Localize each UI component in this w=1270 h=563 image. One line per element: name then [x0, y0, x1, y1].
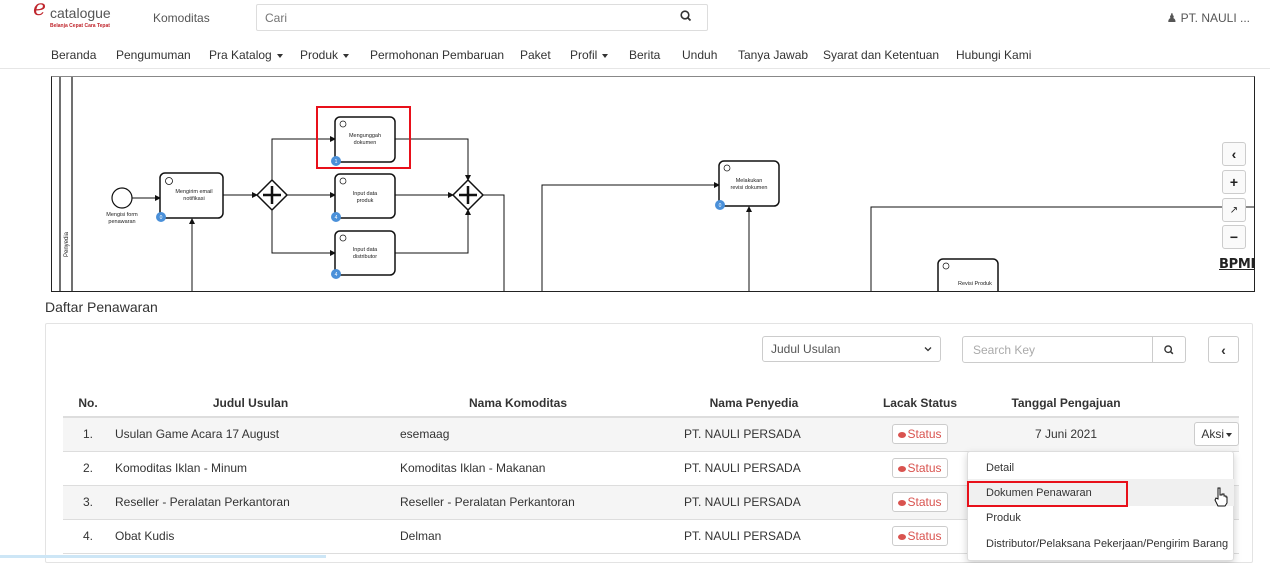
caret-down-icon: [602, 53, 609, 58]
col-tanggal-pengajuan[interactable]: Tanggal Pengajuan: [980, 389, 1152, 418]
col-aksi: [1152, 389, 1239, 418]
bpmn-canvas[interactable]: Penyedia Mengisi form penawaran Mengirim …: [52, 77, 1255, 292]
nav-unduh[interactable]: Unduh: [682, 48, 717, 62]
nav-hubungi-kami[interactable]: Hubungi Kami: [956, 48, 1031, 62]
collapse-palette-button[interactable]: ‹: [1222, 142, 1246, 166]
nav-beranda[interactable]: Beranda: [51, 48, 96, 62]
filter-select[interactable]: Judul Usulan: [762, 336, 941, 362]
chevron-left-icon: ‹: [1221, 341, 1226, 358]
menu-item-produk[interactable]: Produk: [986, 512, 1021, 524]
col-nama-komoditas[interactable]: Nama Komoditas: [388, 389, 648, 418]
highlight-box: [316, 106, 411, 169]
svg-text:Melakukanrevisi dokumen: Melakukan revisi dokumen: [731, 178, 768, 191]
svg-text:0: 0: [160, 215, 163, 221]
caret-down-icon: [276, 53, 283, 58]
nav-tanya-jawab[interactable]: Tanya Jawab: [738, 48, 808, 62]
chevron-down-icon: [924, 347, 932, 352]
nav-syarat-ketentuan[interactable]: Syarat dan Ketentuan: [823, 48, 939, 62]
user-icon: ♟: [1166, 11, 1178, 25]
eye-icon: [898, 432, 907, 439]
search-key-input[interactable]: Search Key: [962, 336, 1153, 363]
search-key-button[interactable]: [1152, 336, 1186, 363]
search-box: [256, 4, 708, 31]
hand-cursor-icon: [1214, 487, 1228, 507]
svg-text:Revisi Produk: Revisi Produk: [958, 281, 992, 287]
caret-down-icon: [343, 53, 350, 58]
user-menu[interactable]: ♟ PT. NAULI ...: [1167, 11, 1250, 25]
svg-text:4: 4: [335, 215, 338, 221]
col-judul-usulan[interactable]: Judul Usulan: [113, 389, 388, 418]
status-button[interactable]: Status: [892, 424, 948, 445]
task-input-data-distributor[interactable]: [334, 230, 396, 276]
eye-icon: [898, 499, 907, 506]
zoom-out-button[interactable]: −: [1222, 225, 1246, 249]
start-event-label: Mengisi form penawaran: [106, 212, 138, 225]
komoditas-menu[interactable]: Komoditas: [153, 11, 210, 25]
nav-pengumuman[interactable]: Pengumuman: [116, 48, 191, 62]
top-bar: e catalogue Belanja Cepat Cara Tepat Kom…: [0, 0, 1270, 37]
nav-profil[interactable]: Profil: [570, 48, 609, 62]
eye-icon: [898, 465, 907, 472]
collapse-button[interactable]: ‹: [1208, 336, 1239, 363]
menu-item-distributor[interactable]: Distributor/Pelaksana Pekerjaan/Pengirim…: [986, 538, 1228, 550]
nav-paket[interactable]: Paket: [520, 48, 551, 62]
start-event[interactable]: [111, 187, 133, 209]
logo[interactable]: e catalogue Belanja Cepat Cara Tepat: [33, 0, 133, 32]
svg-text:4: 4: [335, 272, 338, 278]
nav-permohonan-pembaruan[interactable]: Permohonan Pembaruan: [370, 48, 504, 62]
search-input[interactable]: [265, 11, 665, 25]
nav-berita[interactable]: Berita: [629, 48, 660, 62]
section-title: Daftar Penawaran: [45, 299, 158, 315]
nav-produk[interactable]: Produk: [300, 48, 350, 62]
status-button[interactable]: Status: [892, 458, 948, 478]
highlight-box: [967, 481, 1128, 507]
lane-label: Penyedia: [64, 231, 70, 257]
main-nav: Beranda Pengumuman Pra Katalog Produk Pe…: [0, 44, 1270, 69]
search-icon: [1164, 344, 1174, 354]
table-row: 1. Usulan Game Acara 17 August esemaag P…: [63, 417, 1239, 452]
fit-view-button[interactable]: ↗: [1222, 198, 1246, 222]
eye-icon: [898, 533, 907, 540]
aksi-dropdown-button[interactable]: Aksi: [1194, 422, 1239, 447]
svg-text:0: 0: [719, 203, 722, 209]
bpmn-io-logo[interactable]: BPMN.iO: [1219, 257, 1254, 272]
task-revisi-produk[interactable]: [937, 258, 999, 292]
status-button[interactable]: Status: [892, 492, 948, 512]
svg-text:Input datadistributor: Input data distributor: [353, 247, 378, 260]
search-icon[interactable]: [679, 9, 693, 23]
status-button[interactable]: Status: [892, 526, 948, 546]
col-no: No.: [63, 389, 113, 418]
bpmn-diagram[interactable]: Penyedia Mengisi form penawaran Mengirim …: [51, 76, 1255, 292]
menu-item-detail[interactable]: Detail: [986, 462, 1014, 474]
table-header-row: No. Judul Usulan Nama Komoditas Nama Pen…: [63, 389, 1239, 418]
col-lacak-status: Lacak Status: [860, 389, 980, 418]
zoom-in-button[interactable]: +: [1222, 170, 1246, 194]
col-nama-penyedia[interactable]: Nama Penyedia: [648, 389, 860, 418]
nav-pra-katalog[interactable]: Pra Katalog: [209, 48, 283, 62]
caret-down-icon: [1226, 433, 1232, 438]
